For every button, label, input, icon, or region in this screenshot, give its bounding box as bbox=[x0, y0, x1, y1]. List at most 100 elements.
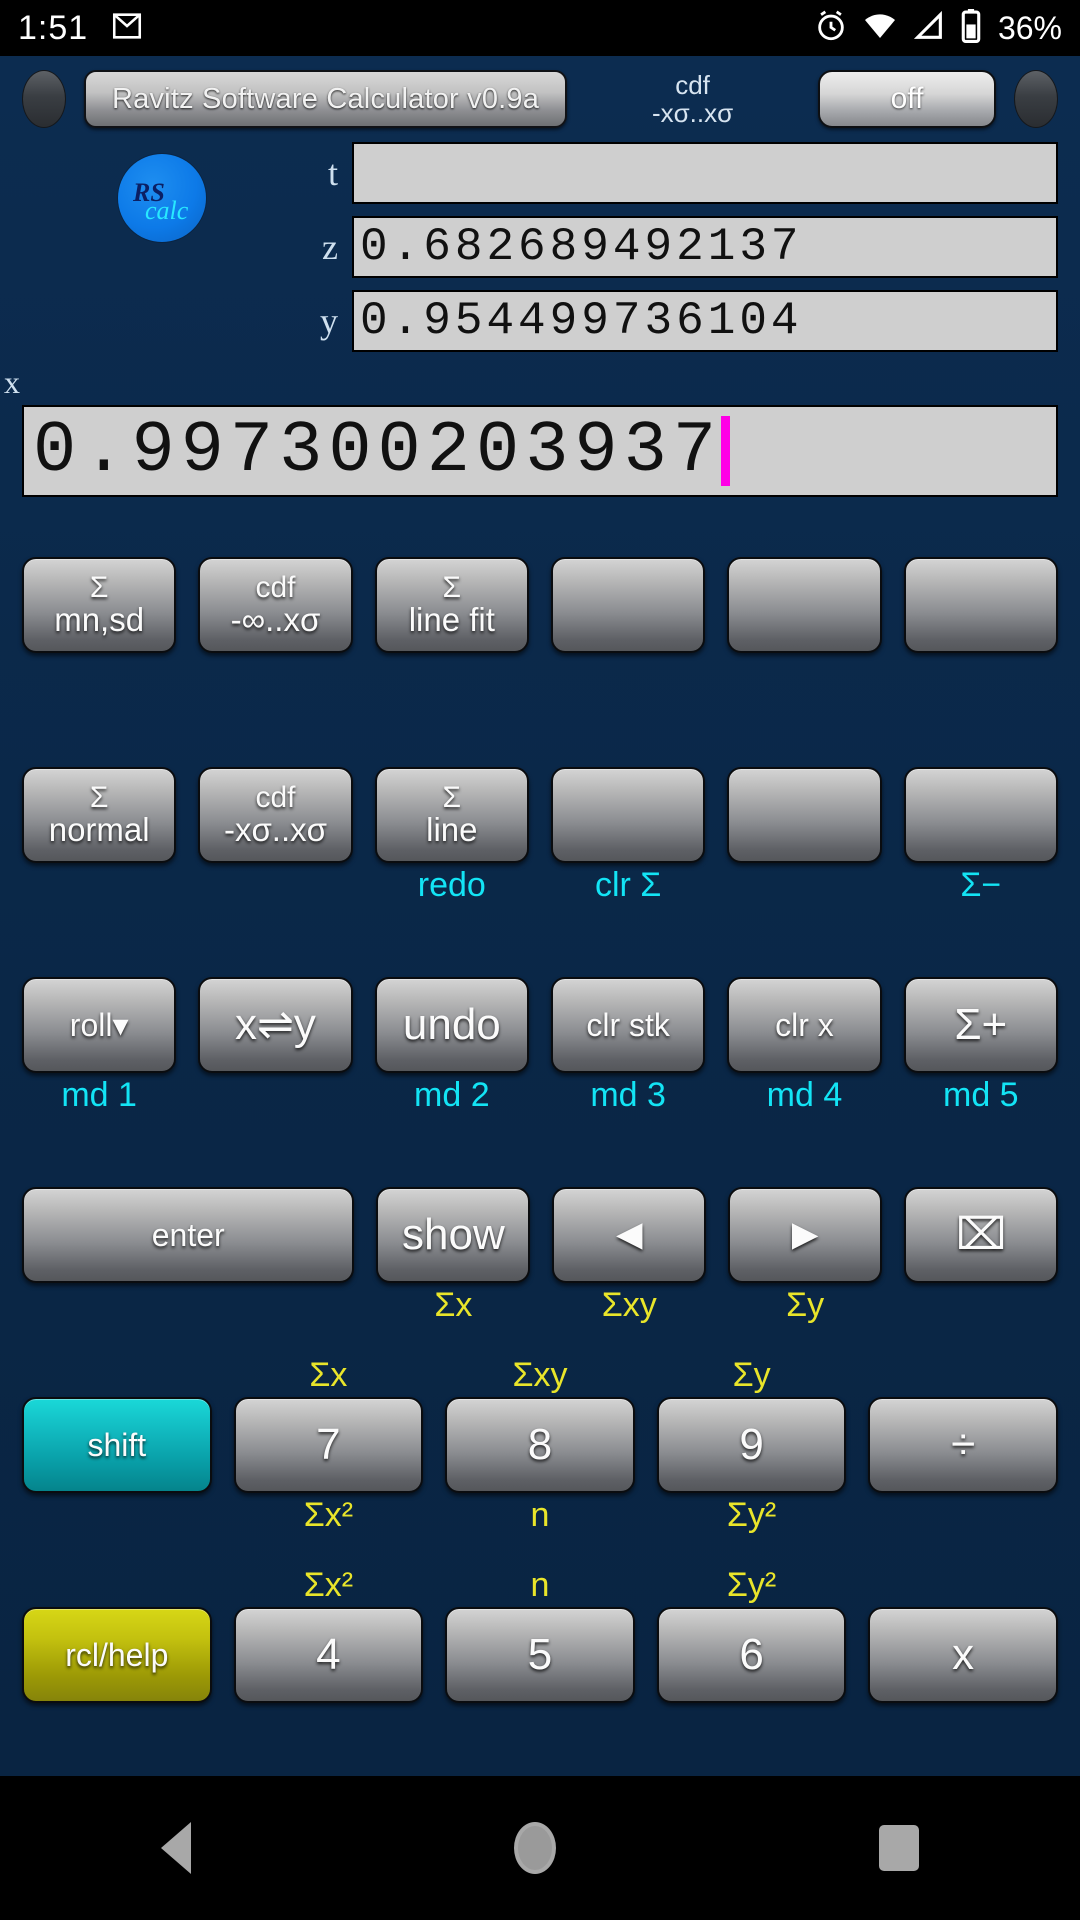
register-label-x: x bbox=[4, 364, 20, 400]
key-slot: .Σmn,sd. bbox=[22, 513, 177, 697]
register-row-y: y 0.954499736104 bbox=[22, 290, 1058, 352]
register-field-y[interactable]: 0.954499736104 bbox=[352, 290, 1058, 352]
key-sum-normal[interactable]: Σnormal bbox=[22, 767, 177, 863]
key-digit-8[interactable]: 8 bbox=[445, 1397, 635, 1493]
key-shift[interactable]: shift bbox=[22, 1397, 212, 1493]
key-blank-6[interactable] bbox=[903, 767, 1058, 863]
key-label-line1: cdf bbox=[255, 780, 296, 814]
digit-cell: 7 bbox=[612, 295, 641, 347]
digit-cell: . bbox=[391, 295, 420, 347]
key-digit-5[interactable]: 5 bbox=[445, 1607, 635, 1703]
key-cdf-negxsigma-to-xsigma[interactable]: cdf -xσ..xσ bbox=[198, 767, 353, 863]
key-slot: .►Σy bbox=[728, 1143, 883, 1327]
digit-cell: 9 bbox=[581, 295, 609, 347]
app-title-button[interactable]: Ravitz Software Calculator v0.9a bbox=[84, 70, 568, 128]
key-digit-6[interactable]: 6 bbox=[656, 1607, 847, 1703]
gmail-icon bbox=[110, 9, 144, 48]
key-cdf-neg-inf-to-xsigma[interactable]: cdf -∞..xσ bbox=[198, 557, 353, 653]
key-shift-label-bottom: md 3 bbox=[590, 1076, 666, 1114]
key-roll-down[interactable]: roll▾ bbox=[22, 977, 177, 1073]
key-shift-label-bottom: redo bbox=[417, 866, 486, 904]
key-slot: .Σline fit. bbox=[374, 513, 529, 697]
key-shift-label-top: Σx bbox=[309, 1356, 348, 1394]
key-backspace[interactable]: ⌧ bbox=[904, 1187, 1058, 1283]
register-value-z: 0.682689492137 bbox=[358, 224, 801, 270]
key-cursor-right[interactable]: ► bbox=[728, 1187, 883, 1283]
key-blank-2[interactable] bbox=[727, 557, 882, 653]
key-sum-line[interactable]: Σline bbox=[374, 767, 529, 863]
digit-cell: 3 bbox=[279, 410, 323, 492]
calculator-keypad: .Σmn,sd..cdf-∞..xσ..Σline fit....... .Σno… bbox=[0, 497, 1080, 1776]
digit-cell: 2 bbox=[426, 410, 470, 492]
keypad-row-gap bbox=[22, 1117, 1058, 1143]
register-value-x: 0.997300203937 bbox=[30, 415, 719, 487]
register-field-x[interactable]: 0.997300203937 bbox=[22, 405, 1058, 497]
key-sum-plus[interactable]: Σ+ bbox=[903, 977, 1058, 1073]
key-label-line2: -∞..xσ bbox=[230, 601, 321, 639]
key-multiply[interactable]: x bbox=[868, 1607, 1058, 1703]
key-digit-7[interactable]: 7 bbox=[233, 1397, 424, 1493]
key-slot: .roll▾md 1 bbox=[22, 933, 177, 1117]
key-slot: .clr Σ bbox=[550, 723, 706, 907]
key-clear-stack[interactable]: clr stk bbox=[550, 977, 706, 1073]
key-slot: .. bbox=[903, 513, 1058, 697]
key-sum-line-fit[interactable]: Σline fit bbox=[374, 557, 529, 653]
logo-calc-text: calc bbox=[145, 196, 189, 225]
key-slot: .undomd 2 bbox=[374, 933, 529, 1117]
digit-cell: . bbox=[391, 221, 420, 273]
key-sum-mean-sd[interactable]: Σmn,sd bbox=[22, 557, 177, 653]
key-slot: .clr xmd 4 bbox=[727, 933, 882, 1117]
digit-cell: . bbox=[82, 410, 126, 492]
android-status-bar: 1:51 36% bbox=[0, 0, 1080, 56]
key-slot: Σx 7 Σx² bbox=[233, 1353, 424, 1537]
digit-cell: 4 bbox=[612, 221, 641, 273]
key-enter[interactable]: enter bbox=[22, 1187, 355, 1283]
off-button[interactable]: off bbox=[818, 70, 996, 128]
key-swap-x-y[interactable]: x⇌y bbox=[198, 977, 353, 1073]
key-blank-5[interactable] bbox=[727, 767, 882, 863]
key-blank-3[interactable] bbox=[903, 557, 1058, 653]
key-cursor-left[interactable]: ◄ bbox=[552, 1187, 707, 1283]
mode-line-2: -xσ..xσ bbox=[651, 98, 734, 128]
key-digit-4[interactable]: 4 bbox=[233, 1607, 424, 1703]
recents-icon[interactable] bbox=[878, 1825, 919, 1871]
digit-cell: 2 bbox=[486, 221, 515, 273]
key-recall-help[interactable]: rcl/help bbox=[22, 1607, 212, 1703]
key-digit-9[interactable]: 9 bbox=[656, 1397, 847, 1493]
key-slot: .3/ bbox=[657, 1773, 847, 1776]
current-mode-indicator: cdf -xσ..xσ bbox=[585, 71, 800, 127]
digit-cell: 9 bbox=[574, 410, 618, 492]
keypad-row: .Σmn,sd..cdf-∞..xσ..Σline fit....... bbox=[22, 513, 1058, 697]
key-label-line1: Σ bbox=[442, 570, 462, 604]
key-slot: .⌧. bbox=[904, 1143, 1058, 1327]
keypad-row: .roll▾md 1.x⇌y..undomd 2.clr stkmd 3.clr… bbox=[22, 933, 1058, 1117]
key-slot: .clr stkmd 3 bbox=[550, 933, 706, 1117]
key-slot: .Σ− bbox=[903, 723, 1058, 907]
key-slot: .. bbox=[727, 513, 882, 697]
key-slot: .x. bbox=[868, 1563, 1058, 1747]
digit-cell: 3 bbox=[525, 410, 569, 492]
key-clear-x[interactable]: clr x bbox=[727, 977, 882, 1073]
register-field-t[interactable] bbox=[352, 142, 1058, 204]
key-show[interactable]: show bbox=[376, 1187, 531, 1283]
text-cursor bbox=[721, 416, 731, 486]
keypad-row-gap bbox=[22, 1537, 1058, 1563]
key-blank-4[interactable] bbox=[550, 767, 706, 863]
key-label-line1: cdf bbox=[255, 570, 296, 604]
key-label-line2: line fit bbox=[408, 601, 495, 639]
key-slot: .◄Σxy bbox=[552, 1143, 707, 1327]
wifi-icon bbox=[862, 11, 898, 46]
register-field-z[interactable]: 0.682689492137 bbox=[352, 216, 1058, 278]
key-undo[interactable]: undo bbox=[374, 977, 529, 1073]
left-decoration-knob bbox=[22, 70, 66, 128]
key-slot: .stox bbox=[22, 1773, 212, 1776]
key-label-line2: mn,sd bbox=[54, 601, 145, 639]
key-divide[interactable]: ÷ bbox=[868, 1397, 1058, 1493]
key-blank-1[interactable] bbox=[550, 557, 706, 653]
alarm-icon bbox=[814, 9, 848, 48]
register-label-y: y bbox=[320, 301, 338, 341]
digit-cell: 6 bbox=[676, 295, 704, 347]
back-icon[interactable] bbox=[161, 1822, 192, 1874]
home-icon[interactable] bbox=[513, 1822, 556, 1874]
digit-cell: 0 bbox=[328, 410, 372, 492]
